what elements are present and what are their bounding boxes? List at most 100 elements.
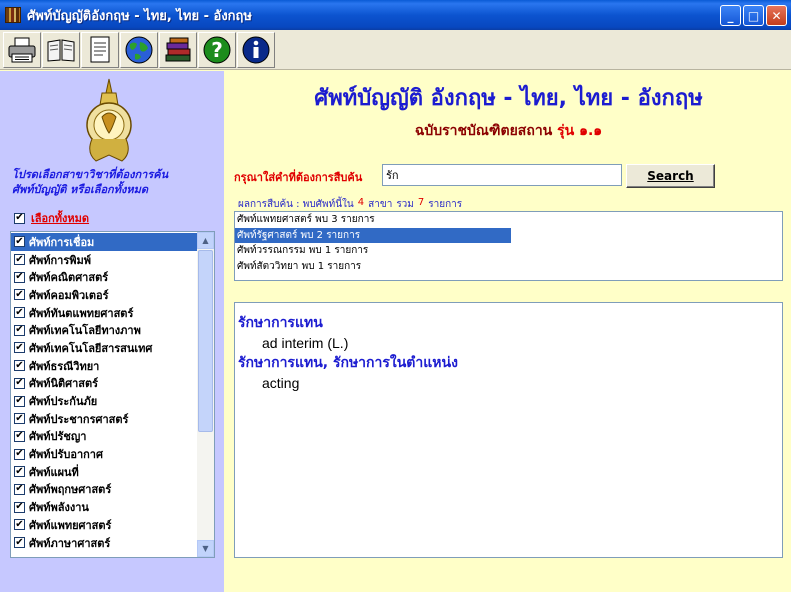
maximize-button[interactable]: □ <box>743 5 764 26</box>
field-list-item-label: ศัพท์คณิตศาสตร์ <box>29 271 109 285</box>
toolbar: ? <box>0 30 791 70</box>
select-all-checkbox[interactable]: ✔ เลือกทั้งหมด <box>14 209 89 227</box>
select-all-label[interactable]: เลือกทั้งหมด <box>31 209 89 227</box>
search-button[interactable]: Search <box>626 164 715 188</box>
result-list-item[interactable]: ศัพท์สัตววิทยา พบ 1 รายการ <box>235 259 511 275</box>
results-list[interactable]: ศัพท์แพทยศาสตร์ พบ 3 รายการ ศัพท์รัฐศาสตร… <box>234 211 783 281</box>
version-label: รุ่น ๑.๑ <box>557 123 603 139</box>
field-list-item-label: ศัพท์ประกันภัย <box>29 395 98 409</box>
checkbox-icon[interactable]: ✔ <box>14 519 25 531</box>
summary-fields-label: สาขา <box>368 199 393 210</box>
window-controls: _ □ ✕ <box>720 5 787 26</box>
checkbox-icon[interactable]: ✔ <box>14 413 25 425</box>
checkbox-icon[interactable]: ✔ <box>14 466 25 478</box>
field-list-item-label: ศัพท์ธรณีวิทยา <box>29 359 100 373</box>
field-list-item[interactable]: ✔ ศัพท์ปรัชญา <box>11 428 198 446</box>
field-list[interactable]: ✔ ศัพท์การเชื่อม ✔ ศัพท์การพิมพ์ ✔ ศัพท์คณิตศ… <box>10 231 215 558</box>
scroll-thumb[interactable] <box>198 250 213 432</box>
field-list-item[interactable]: ✔ ศัพท์การเชื่อม <box>11 233 198 251</box>
print-button[interactable] <box>3 31 41 68</box>
field-list-item-label: ศัพท์เทคโนโลยีทางภาพ <box>29 324 141 338</box>
close-button[interactable]: ✕ <box>766 5 787 26</box>
field-list-item[interactable]: ✔ ศัพท์การพิมพ์ <box>11 251 198 269</box>
field-list-item[interactable]: ✔ ศัพท์คณิตศาสตร์ <box>11 268 198 286</box>
search-label: กรุณาใส่คำที่ต้องการสืบค้น <box>234 171 363 184</box>
field-list-item[interactable]: ✔ ศัพท์เทคโนโลยีสารสนเทศ <box>11 339 198 357</box>
select-fields-prompt: โปรดเลือกสาขาวิชาที่ต้องการค้น ศัพท์บัญญ… <box>12 167 212 197</box>
field-list-item[interactable]: ✔ ศัพท์พลังงาน <box>11 498 198 516</box>
field-list-item[interactable]: ✔ ศัพท์ประชากรศาสตร์ <box>11 410 198 428</box>
result-list-item[interactable]: ศัพท์แพทยศาสตร์ พบ 3 รายการ <box>235 212 511 228</box>
checkbox-icon[interactable]: ✔ <box>14 212 25 224</box>
checkbox-icon[interactable]: ✔ <box>14 377 25 389</box>
stacked-books-icon <box>165 37 191 61</box>
document-button[interactable] <box>81 31 119 68</box>
checkbox-icon[interactable]: ✔ <box>14 289 25 301</box>
field-list-item-label: ศัพท์ปรับอากาศ <box>29 448 103 462</box>
field-list-scrollbar[interactable]: ▲ ▼ <box>197 232 214 557</box>
field-list-item[interactable]: ✔ ศัพท์ภาษาศาสตร์ <box>11 534 198 552</box>
field-list-item-label: ศัพท์เทคโนโลยีสารสนเทศ <box>29 341 153 355</box>
help-button[interactable]: ? <box>198 31 236 68</box>
checkbox-icon[interactable]: ✔ <box>14 307 25 319</box>
library-button[interactable] <box>159 31 197 68</box>
field-list-item-label: ศัพท์ประชากรศาสตร์ <box>29 412 129 426</box>
field-list-item[interactable]: ✔ ศัพท์แผนที่ <box>11 463 198 481</box>
checkbox-icon[interactable]: ✔ <box>14 236 25 248</box>
question-icon: ? <box>203 36 231 63</box>
result-list-item[interactable]: ศัพท์วรรณกรรม พบ 1 รายการ <box>235 243 511 259</box>
checkbox-icon[interactable]: ✔ <box>14 342 25 354</box>
prompt-line-1: โปรดเลือกสาขาวิชาที่ต้องการค้น <box>12 168 169 181</box>
checkbox-icon[interactable]: ✔ <box>14 360 25 372</box>
field-list-item-label: ศัพท์แพทยศาสตร์ <box>29 518 112 532</box>
about-button[interactable] <box>237 31 275 68</box>
result-summary: ผลการสืบค้น : พบศัพท์นี้ใน 4 สาขา รวม 7 … <box>238 197 462 212</box>
window-title-bar[interactable]: ศัพท์บัญญัติอังกฤษ - ไทย, ไทย - อังกฤษ _… <box>0 0 791 30</box>
window-title: ศัพท์บัญญัติอังกฤษ - ไทย, ไทย - อังกฤษ <box>27 8 252 24</box>
checkbox-icon[interactable]: ✔ <box>14 395 25 407</box>
checkbox-icon[interactable]: ✔ <box>14 324 25 336</box>
checkbox-icon[interactable]: ✔ <box>14 271 25 283</box>
field-list-item[interactable]: ✔ ศัพท์ธรณีวิทยา <box>11 357 198 375</box>
globe-icon <box>125 36 153 63</box>
edition-label: ฉบับราชบัณฑิตยสถาน <box>414 123 553 139</box>
result-list-item[interactable]: ศัพท์รัฐศาสตร์ พบ 2 รายการ <box>235 227 511 243</box>
field-list-item[interactable]: ✔ ศัพท์พฤกษศาสตร์ <box>11 481 198 499</box>
sidebar: โปรดเลือกสาขาวิชาที่ต้องการค้น ศัพท์บัญญ… <box>0 71 224 592</box>
minimize-button[interactable]: _ <box>720 5 741 26</box>
field-list-item-label: ศัพท์พฤกษศาสตร์ <box>29 483 112 497</box>
summary-field-count: 4 <box>357 197 365 208</box>
scroll-down-arrow-icon[interactable]: ▼ <box>197 540 214 557</box>
summary-total: 7 <box>417 197 425 208</box>
field-list-item[interactable]: ✔ ศัพท์ประกันภัย <box>11 392 198 410</box>
field-list-item-label: ศัพท์ภาษาศาสตร์ <box>29 536 111 550</box>
checkbox-icon[interactable]: ✔ <box>14 254 25 266</box>
field-list-item-label: ศัพท์นิติศาสตร์ <box>29 377 99 391</box>
field-list-item[interactable]: ✔ ศัพท์ทันตแพทยศาสตร์ <box>11 304 198 322</box>
thai-term: รักษาการแทน, รักษาการในตำแหน่ง <box>238 355 458 371</box>
search-input[interactable] <box>382 164 622 186</box>
svg-text:?: ? <box>211 38 223 62</box>
scroll-up-arrow-icon[interactable]: ▲ <box>197 232 214 249</box>
internet-button[interactable] <box>120 31 158 68</box>
field-list-item-label: ศัพท์การพิมพ์ <box>29 253 91 267</box>
field-list-items: ✔ ศัพท์การเชื่อม ✔ ศัพท์การพิมพ์ ✔ ศัพท์คณิตศ… <box>11 233 198 551</box>
field-list-item[interactable]: ✔ ศัพท์แพทยศาสตร์ <box>11 516 198 534</box>
checkbox-icon[interactable]: ✔ <box>14 483 25 495</box>
page-title: ศัพท์บัญญัติ อังกฤษ - ไทย, ไทย - อังกฤษ <box>314 86 703 111</box>
field-list-item[interactable]: ✔ ศัพท์คอมพิวเตอร์ <box>11 286 198 304</box>
field-list-item-label: ศัพท์แผนที่ <box>29 465 79 479</box>
field-list-item[interactable]: ✔ ศัพท์ปรับอากาศ <box>11 445 198 463</box>
checkbox-icon[interactable]: ✔ <box>14 448 25 460</box>
checkbox-icon[interactable]: ✔ <box>14 537 25 549</box>
summary-prefix: ผลการสืบค้น : พบศัพท์นี้ใน <box>238 199 354 210</box>
book-button[interactable] <box>42 31 80 68</box>
field-list-item-label: ศัพท์คอมพิวเตอร์ <box>29 288 109 302</box>
field-list-item[interactable]: ✔ ศัพท์นิติศาสตร์ <box>11 375 198 393</box>
search-button-label: Search <box>647 169 694 183</box>
page-subtitle: ฉบับราชบัณฑิตยสถาน รุ่น ๑.๑ <box>226 120 791 142</box>
summary-total-label: รวม <box>396 199 414 210</box>
field-list-item[interactable]: ✔ ศัพท์เทคโนโลยีทางภาพ <box>11 321 198 339</box>
checkbox-icon[interactable]: ✔ <box>14 430 25 442</box>
checkbox-icon[interactable]: ✔ <box>14 501 25 513</box>
